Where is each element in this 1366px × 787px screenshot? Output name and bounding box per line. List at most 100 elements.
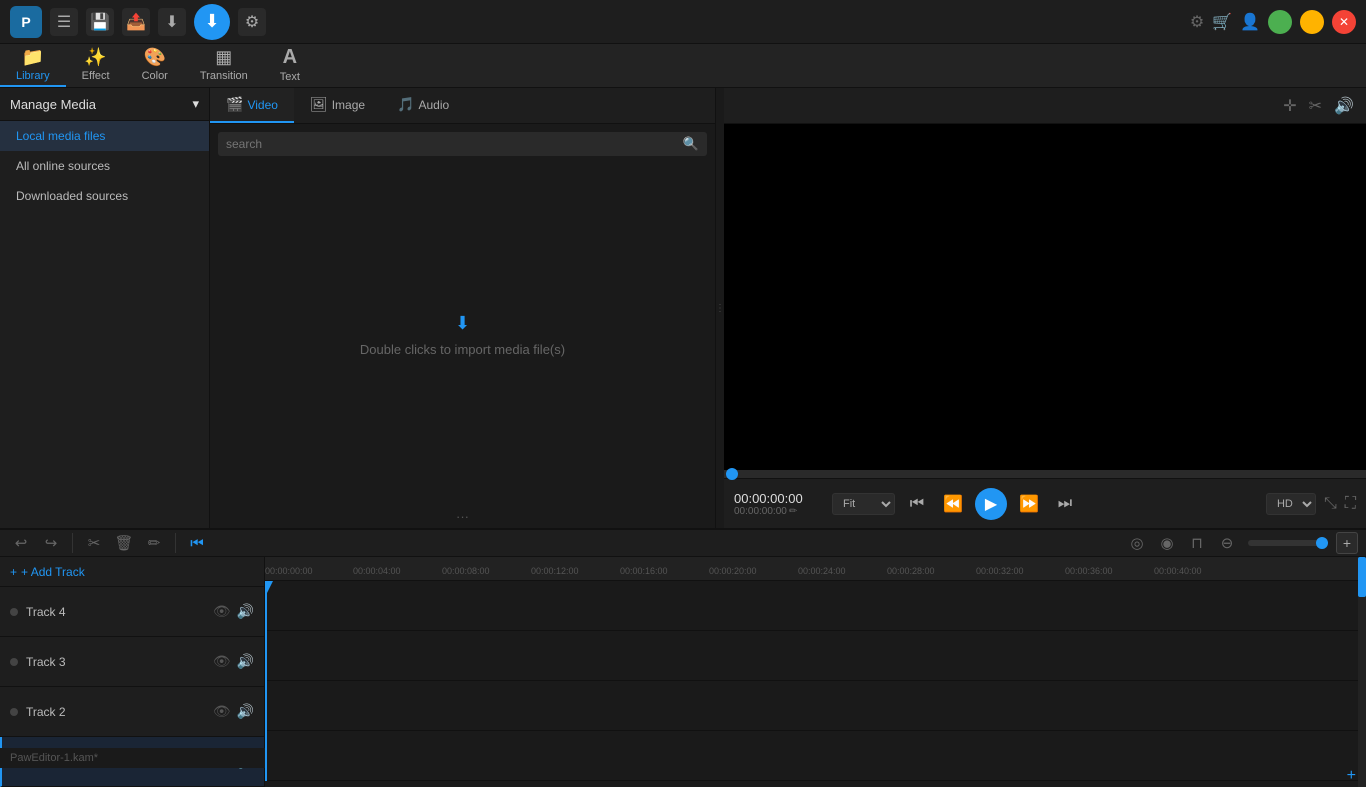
tab-video[interactable]: 🎬 Video: [210, 88, 294, 123]
undo-btn[interactable]: ↩: [8, 530, 34, 556]
export-btn[interactable]: 📤: [122, 8, 150, 36]
tab-audio[interactable]: 🎵 Audio: [381, 88, 465, 123]
marker-btn[interactable]: ◎: [1124, 530, 1150, 556]
expand-icon[interactable]: ⤡: [1324, 495, 1337, 513]
sidebar-item-downloaded[interactable]: Downloaded sources: [0, 181, 209, 211]
title-bar: P ☰ 💾 📤 ⬇ ⬇ ⚙ ⚙ 🛒 👤 ✕: [0, 0, 1366, 44]
sidebar-item-local[interactable]: Local media files: [0, 121, 209, 151]
track-2-visibility-icon[interactable]: 👁: [213, 703, 231, 720]
toolbar-effect[interactable]: ✨ Effect: [66, 44, 126, 87]
ruler-mark-1: 00:00:04:00: [353, 566, 401, 576]
video-tab-icon: 🎬: [226, 96, 243, 113]
add-track-btn[interactable]: + + Add Track: [0, 557, 264, 587]
app-logo: P: [10, 6, 42, 38]
skip-to-start-btn[interactable]: ⏮: [903, 490, 931, 518]
filename-label: PawEditor-1.kam*: [10, 752, 98, 764]
ruler-mark-2: 00:00:08:00: [442, 566, 490, 576]
zoom-slider[interactable]: [1248, 540, 1328, 546]
download-btn[interactable]: ⬇: [194, 4, 230, 40]
transition-icon: ▦: [215, 47, 232, 68]
toolbar-color[interactable]: 🎨 Color: [126, 44, 184, 87]
toolbar-library[interactable]: 📁 Library: [0, 44, 66, 87]
ruler-mark-0: 00:00:00:00: [265, 566, 313, 576]
add-icon[interactable]: ✛: [1283, 96, 1296, 116]
panel-divider[interactable]: ⋮: [716, 88, 724, 528]
ruler-mark-5: 00:00:20:00: [709, 566, 757, 576]
fit-select[interactable]: Fit 25% 50% 75% 100%: [832, 493, 895, 515]
minus-zoom-btn[interactable]: ⊖: [1214, 530, 1240, 556]
track-1-timeline: [265, 731, 1366, 781]
toolbar-transition[interactable]: ▦ Transition: [184, 44, 264, 87]
timeline-scrollbar[interactable]: [1358, 557, 1366, 787]
ruler-mark-10: 00:00:40:00: [1154, 566, 1202, 576]
track-4-row: Track 4 👁 🔊: [0, 587, 264, 637]
track-2-label: Track 2: [26, 705, 205, 719]
track-3-icons: 👁 🔊: [213, 653, 254, 670]
color-icon: 🎨: [144, 47, 166, 68]
search-bar: 🔍: [210, 124, 715, 164]
delete-btn[interactable]: 🗑: [111, 530, 137, 556]
chevron-down-icon: ▾: [192, 96, 199, 112]
plus-zoom-btn[interactable]: +: [1336, 532, 1358, 554]
search-icon: 🔍: [683, 136, 699, 152]
win-red-btn[interactable]: ✕: [1332, 10, 1356, 34]
library-icon: 📁: [22, 47, 44, 68]
scrollbar-thumb[interactable]: [1358, 557, 1366, 597]
track-4-audio-icon[interactable]: 🔊: [237, 603, 254, 620]
edit-time-icon[interactable]: ✏: [789, 506, 797, 517]
track-2-audio-icon[interactable]: 🔊: [237, 703, 254, 720]
settings-btn[interactable]: ⚙: [238, 8, 266, 36]
add-clip-btn[interactable]: +: [1347, 767, 1356, 785]
preview-video: [724, 124, 1366, 470]
more-options[interactable]: ···: [210, 505, 715, 528]
menu-btn[interactable]: ☰: [50, 8, 78, 36]
next-frame-btn[interactable]: ⏩: [1015, 490, 1043, 518]
track-4-dot: [10, 608, 18, 616]
tab-image[interactable]: 🖼 Image: [294, 88, 381, 123]
fullscreen-icon[interactable]: ⛶: [1345, 495, 1356, 513]
track-timeline: 00:00:00:00 00:00:04:00 00:00:08:00 00:0…: [265, 557, 1366, 787]
toolbar-divider-2: [175, 533, 176, 553]
zoom-slider-thumb[interactable]: [1316, 537, 1328, 549]
preview-controls: 00:00:00:00 00:00:00:00 ✏ Fit 25% 50% 75…: [724, 478, 1366, 528]
ruler-mark-7: 00:00:28:00: [887, 566, 935, 576]
point-btn[interactable]: ◉: [1154, 530, 1180, 556]
play-btn[interactable]: ▶: [975, 488, 1007, 520]
plus-icon: +: [10, 565, 17, 579]
save-btn[interactable]: 💾: [86, 8, 114, 36]
user-icon[interactable]: 👤: [1240, 12, 1260, 32]
scrubber-handle[interactable]: [726, 468, 738, 480]
track-3-visibility-icon[interactable]: 👁: [213, 653, 231, 670]
redo-btn[interactable]: ↪: [38, 530, 64, 556]
title-bar-right: ⚙ 🛒 👤 ✕: [1190, 10, 1356, 34]
shop-icon[interactable]: 🛒: [1212, 12, 1232, 32]
audio-settings-icon[interactable]: 🔊: [1334, 96, 1354, 116]
skip-to-end-btn[interactable]: ⏭: [1051, 490, 1079, 518]
sidebar-item-online[interactable]: All online sources: [0, 151, 209, 181]
hd-select[interactable]: HD SD 4K: [1266, 493, 1316, 515]
prev-frame-btn[interactable]: ⏪: [939, 490, 967, 518]
main-area: Manage Media ▾ Local media files All onl…: [0, 88, 1366, 528]
win-green-btn[interactable]: [1268, 10, 1292, 34]
text-icon: A: [283, 46, 297, 69]
link-btn[interactable]: ⊓: [1184, 530, 1210, 556]
edit-btn[interactable]: ✏: [141, 530, 167, 556]
snap-btn[interactable]: ⏮: [184, 530, 210, 556]
import-btn[interactable]: ⬇: [158, 8, 186, 36]
search-input[interactable]: [226, 137, 677, 151]
cut-btn[interactable]: ✂: [81, 530, 107, 556]
media-content[interactable]: ⬇ Double clicks to import media file(s): [210, 164, 715, 505]
ruler-mark-8: 00:00:32:00: [976, 566, 1024, 576]
timeline-tracks-area: [265, 581, 1366, 781]
toolbar-text[interactable]: A Text: [264, 44, 316, 87]
crop-icon[interactable]: ✂: [1309, 96, 1322, 116]
preview-panel: ✛ ✂ 🔊 00:00:00:00 00:00:00:00 ✏ Fit 25% …: [724, 88, 1366, 528]
image-tab-icon: 🖼: [310, 96, 328, 113]
track-3-audio-icon[interactable]: 🔊: [237, 653, 254, 670]
preview-scrubber[interactable]: [724, 470, 1366, 478]
manage-media-header[interactable]: Manage Media ▾: [0, 88, 209, 121]
audio-tab-icon: 🎵: [397, 96, 414, 113]
win-yellow-btn[interactable]: [1300, 10, 1324, 34]
track-4-visibility-icon[interactable]: 👁: [213, 603, 231, 620]
gear-icon[interactable]: ⚙: [1190, 12, 1204, 32]
